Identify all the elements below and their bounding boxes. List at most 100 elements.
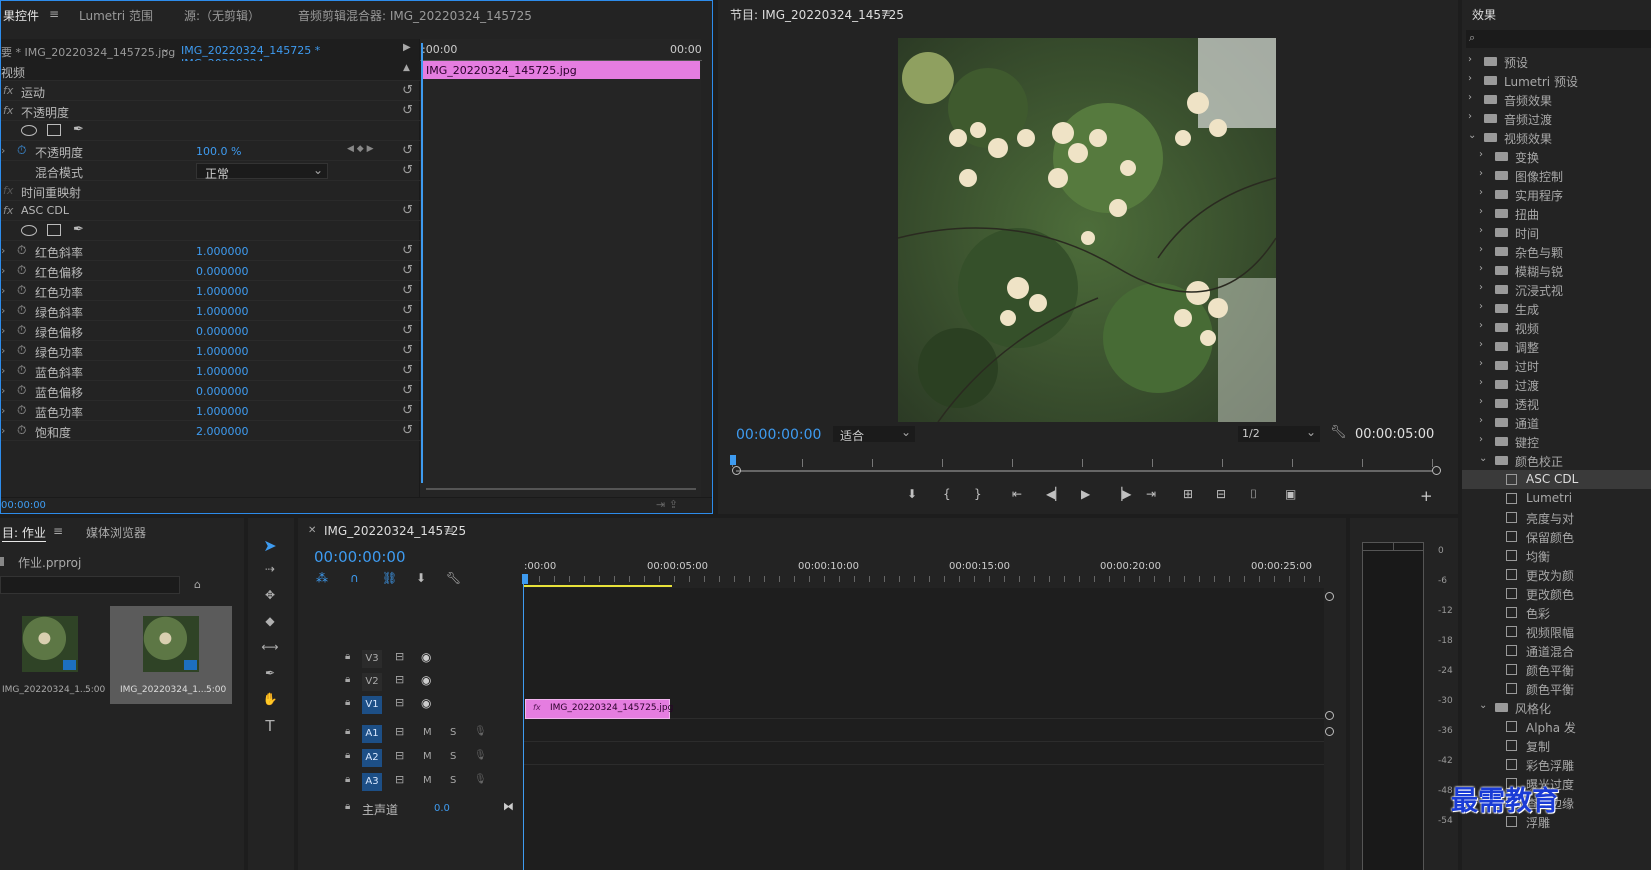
stopwatch-icon[interactable]: ⏱ [17,283,26,298]
mark-in-icon[interactable]: { [943,487,951,501]
param-row[interactable]: › ⏱ 蓝色斜率 1.000000 ↺ [1,361,421,381]
scrubber-end-handle[interactable] [1432,466,1441,475]
track-select-tool-icon[interactable]: ⇢ [260,562,280,576]
lift-icon[interactable]: ⊞ [1183,487,1193,501]
timeline-ruler[interactable]: :00:00 00:00:05:00 00:00:10:00 00:00:15:… [522,558,1332,588]
effects-tree-item[interactable]: 颜色平衡 [1462,660,1651,679]
reset-icon[interactable]: ↺ [402,83,413,98]
add-marker-icon[interactable]: ⬇ [907,487,917,501]
effects-tree-item[interactable]: 色彩 [1462,603,1651,622]
go-to-in-icon[interactable]: ⇤ [1012,487,1022,501]
twirl-icon[interactable]: › [1,264,5,277]
effects-search-input[interactable]: ⌕ [1466,30,1651,48]
tab-source[interactable]: 源:（无剪辑） [184,7,260,24]
opacity-row[interactable]: › ⏱ 不透明度 100.0 % ◀ ◆ ▶ ↺ [1,141,421,161]
effects-tree-item[interactable]: › 变换 [1462,147,1651,166]
effects-tree-item[interactable]: › 过渡 [1462,375,1651,394]
ec-scrollbar[interactable] [426,488,696,490]
effects-tree-item[interactable]: › Lumetri 预设 [1462,71,1651,90]
reset-icon[interactable]: ↺ [402,243,413,258]
reset-icon[interactable]: ↺ [402,163,413,178]
chevron-right-icon[interactable]: › [1468,92,1472,103]
effects-tree-item[interactable]: 复制 [1462,736,1651,755]
solo-button[interactable]: S [450,751,456,762]
chevron-right-icon[interactable]: › [1479,263,1483,274]
chevron-right-icon[interactable]: › [1479,358,1483,369]
effects-tree-item[interactable]: ⌄ 风格化 [1462,698,1651,717]
export-icon[interactable]: ⇥ ⇪ [656,498,678,511]
twirl-icon[interactable]: › [1,284,5,297]
effects-tree-item[interactable]: ⌄ 颜色校正 [1462,451,1651,470]
param-value[interactable]: 1.000000 [196,365,249,378]
close-icon[interactable]: ✕ [308,525,316,536]
param-value[interactable]: 0.000000 [196,385,249,398]
chevron-right-icon[interactable]: › [1479,244,1483,255]
chevron-right-icon[interactable]: › [1479,301,1483,312]
chevron-right-icon[interactable]: › [1479,149,1483,160]
chevron-right-icon[interactable]: › [1479,320,1483,331]
step-back-icon[interactable]: ◀▏ [1046,487,1064,501]
param-value[interactable]: 1.000000 [196,405,249,418]
add-button-icon[interactable]: + [1420,487,1433,505]
effects-title[interactable]: 效果 [1472,6,1496,23]
razor-tool-icon[interactable]: ◆ [260,614,280,628]
eye-icon[interactable]: ◉ [421,696,431,710]
param-value[interactable]: 1.000000 [196,245,249,258]
mute-button[interactable]: M [423,751,432,762]
stopwatch-icon[interactable]: ⏱ [17,263,26,278]
timeline-timecode[interactable]: 00:00:00:00 [314,548,406,566]
step-forward-icon[interactable]: ▕▶ [1113,487,1131,501]
tab-media-browser[interactable]: 媒体浏览器 [86,524,146,541]
mute-button[interactable]: M [423,727,432,738]
rect-mask-icon[interactable] [47,224,61,236]
pen-mask-icon[interactable]: ✒ [73,222,84,237]
motion-row[interactable]: fx 运动 ↺ [1,81,421,101]
reset-icon[interactable]: ↺ [402,103,413,118]
keyframe-nav-icon[interactable]: ◀ ◆ ▶ [347,144,374,154]
effects-tree-item[interactable]: › 透视 [1462,394,1651,413]
effects-tree-item[interactable]: › 生成 [1462,299,1651,318]
lock-icon[interactable]: 🔒︎ [345,750,350,761]
chevron-right-icon[interactable]: › [1479,225,1483,236]
twirl-icon[interactable]: › [1,424,5,437]
lock-icon[interactable]: 🔒︎ [345,726,350,737]
play-only-icon[interactable]: ▶ [403,42,411,53]
master-volume-value[interactable]: 0.0 [434,803,450,814]
effects-tree-item[interactable]: 彩色浮雕 [1462,755,1651,774]
stopwatch-icon[interactable]: ⏱ [17,303,26,318]
eye-icon[interactable]: ◉ [421,673,431,687]
effects-tree-item[interactable]: › 沉浸式视 [1462,280,1651,299]
lock-icon[interactable]: 🔒︎ [345,774,350,785]
effects-tree-item[interactable]: › 预设 [1462,52,1651,71]
snap-icon[interactable]: ∩ [350,571,359,585]
reset-icon[interactable]: ↺ [402,323,413,338]
timeline-clip[interactable]: fx IMG_20220324_145725.jpg [525,699,673,719]
twirl-icon[interactable]: › [1,344,5,357]
reset-icon[interactable]: ↺ [402,423,413,438]
wrench-icon[interactable]: 🔧︎ [1330,425,1347,440]
stopwatch-icon[interactable]: ⏱ [17,343,26,358]
chevron-down-icon[interactable]: ⌄ [1479,700,1487,711]
effects-tree-item[interactable]: Lumetri [1462,489,1651,508]
effects-tree-item[interactable]: › 时间 [1462,223,1651,242]
reset-icon[interactable]: ↺ [402,283,413,298]
effects-tree-item[interactable]: › 通道 [1462,413,1651,432]
solo-button[interactable]: S [450,775,456,786]
lock-icon[interactable]: 🔒︎ [345,697,350,708]
chevron-right-icon[interactable]: › [1479,168,1483,179]
stopwatch-icon[interactable]: ⏱ [17,383,26,398]
add-marker-icon[interactable]: ⬇ [416,571,426,585]
param-value[interactable]: 1.000000 [196,285,249,298]
go-to-end-icon[interactable]: ⧓ [503,800,514,813]
effects-tree-item[interactable]: 更改颜色 [1462,584,1651,603]
linked-selection-icon[interactable]: ⛓ [382,571,397,585]
project-search-input[interactable] [0,576,180,594]
effects-tree-item[interactable]: ⌄ 视频效果 [1462,128,1651,147]
chevron-right-icon[interactable]: › [1479,282,1483,293]
opacity-group-row[interactable]: fx 不透明度 ↺ [1,101,421,121]
stopwatch-icon[interactable]: ⏱ [17,143,26,158]
reset-icon[interactable]: ↺ [402,143,413,158]
chevron-right-icon[interactable]: › [1479,377,1483,388]
twirl-icon[interactable]: › [1,384,5,397]
chevron-down-icon[interactable]: ⌄ [161,42,170,55]
